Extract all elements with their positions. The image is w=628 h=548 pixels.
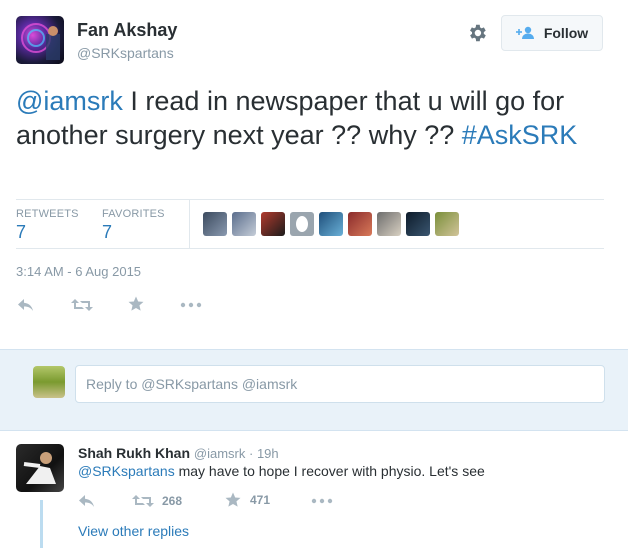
follow-button-label: Follow: [543, 25, 589, 41]
stats-vertical-divider: [189, 200, 190, 248]
reply-author-name[interactable]: Shah Rukh Khan: [78, 445, 190, 461]
reply-retweet-action[interactable]: 268: [132, 493, 182, 509]
star-icon[interactable]: [127, 295, 147, 313]
reply-time-separator: ·: [245, 446, 257, 461]
stats-top-divider: [16, 199, 604, 200]
stats-bottom-divider: [16, 248, 604, 249]
retweets-count[interactable]: 7: [16, 222, 26, 243]
reply-favorite-action[interactable]: 471: [224, 491, 270, 509]
reply-author-avatar[interactable]: [16, 444, 64, 492]
reply-author: Shah Rukh Khan @iamsrk · 19h: [78, 445, 279, 461]
tweet-timestamp[interactable]: 3:14 AM - 6 Aug 2015: [16, 264, 141, 279]
retweet-icon: [132, 495, 154, 507]
reply-icon[interactable]: [17, 297, 37, 315]
favorites-label: FAVORITES: [102, 208, 165, 220]
reply-reply-icon[interactable]: [78, 493, 96, 514]
reply-retweet-count: 268: [162, 494, 183, 508]
more-icon[interactable]: [180, 297, 202, 315]
tweet-hashtag-link[interactable]: #AskSRK: [462, 120, 578, 150]
favorites-count[interactable]: 7: [102, 222, 112, 243]
current-user-avatar[interactable]: [33, 366, 65, 398]
thread-line: [40, 500, 43, 548]
favoriter-avatar[interactable]: [290, 212, 314, 236]
author-handle[interactable]: @SRKspartans: [77, 45, 174, 61]
retweet-icon[interactable]: [71, 297, 93, 315]
reply-text: @SRKspartans may have to hope I recover …: [78, 463, 485, 479]
reply-mention-link[interactable]: @SRKspartans: [78, 463, 175, 479]
reply-favorite-count: 471: [250, 493, 271, 507]
reply-body: may have to hope I recover with physio. …: [174, 463, 485, 479]
favoriter-avatar[interactable]: [232, 212, 256, 236]
favoriters-avatar-strip: [203, 212, 459, 236]
view-other-replies-link[interactable]: View other replies: [78, 523, 189, 539]
reply-more-icon[interactable]: [311, 493, 333, 514]
gear-icon[interactable]: [466, 22, 490, 46]
author-avatar[interactable]: [16, 16, 64, 64]
favoriter-avatar[interactable]: [319, 212, 343, 236]
retweets-label: RETWEETS: [16, 208, 79, 220]
favoriter-avatar[interactable]: [406, 212, 430, 236]
favoriter-avatar[interactable]: [348, 212, 372, 236]
favoriter-avatar[interactable]: [203, 212, 227, 236]
favoriter-avatar[interactable]: [435, 212, 459, 236]
reply-time[interactable]: 19h: [257, 446, 279, 461]
reply-author-handle[interactable]: @iamsrk: [194, 446, 245, 461]
tweet-mention-link[interactable]: @iamsrk: [16, 86, 123, 116]
favoriter-avatar[interactable]: [261, 212, 285, 236]
tweet-text: @iamsrk I read in newspaper that u will …: [16, 84, 616, 152]
star-icon: [225, 492, 241, 507]
favoriter-avatar[interactable]: [377, 212, 401, 236]
author-name[interactable]: Fan Akshay: [77, 20, 177, 41]
reply-input[interactable]: Reply to @SRKspartans @iamsrk: [75, 365, 605, 403]
add-user-icon: [515, 26, 534, 39]
follow-button[interactable]: Follow: [501, 15, 603, 51]
